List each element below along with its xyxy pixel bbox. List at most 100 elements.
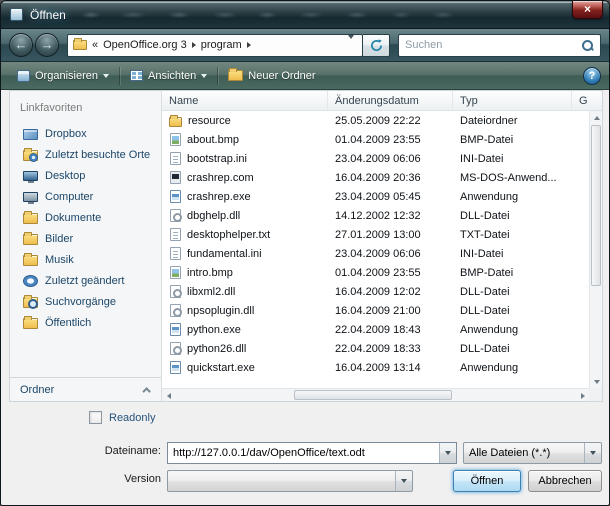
horizontal-scrollbar[interactable]: [162, 388, 589, 401]
forward-button[interactable]: →: [35, 33, 59, 57]
sidebar-item-searches[interactable]: Suchvorgänge: [10, 291, 161, 312]
help-icon: ?: [589, 70, 596, 82]
file-row[interactable]: quickstart.exe16.04.2009 13:14Anwendung: [162, 358, 589, 377]
file-name-cell: dbghelp.dll: [162, 209, 328, 222]
filename-combobox[interactable]: http://127.0.0.1/dav/OpenOffice/text.odt: [167, 442, 457, 464]
file-type: INI-Datei: [453, 248, 572, 260]
file-row[interactable]: fundamental.ini23.04.2009 06:06INI-Datei: [162, 244, 589, 263]
favorites-sidebar: Linkfavoriten DropboxZuletzt besuchte Or…: [10, 91, 162, 401]
filetype-combobox[interactable]: Alle Dateien (*.*): [463, 442, 602, 464]
scroll-right-button[interactable]: [576, 389, 589, 402]
file-type: Dateiordner: [453, 115, 572, 127]
exe-file-icon: [170, 323, 181, 336]
file-row[interactable]: crashrep.com16.04.2009 20:36MS-DOS-Anwen…: [162, 168, 589, 187]
scroll-up-button[interactable]: [590, 111, 603, 124]
sidebar-item-label: Zuletzt geändert: [45, 275, 125, 287]
file-date: 22.04.2009 18:43: [328, 324, 453, 336]
views-button[interactable]: Ansichten: [122, 65, 215, 87]
column-header-type[interactable]: Typ: [453, 91, 572, 110]
scroll-down-button[interactable]: [590, 375, 603, 388]
file-row[interactable]: bootstrap.ini23.04.2009 06:06INI-Datei: [162, 149, 589, 168]
dll-file-icon: [170, 342, 181, 355]
filetype-dropdown-button[interactable]: [584, 443, 601, 463]
version-dropdown-button[interactable]: [395, 471, 412, 491]
file-row[interactable]: about.bmp01.04.2009 23:55BMP-Datei: [162, 130, 589, 149]
window-icon: [10, 8, 23, 21]
sidebar-item-recently-changed[interactable]: Zuletzt geändert: [10, 270, 161, 291]
horizontal-scroll-thumb[interactable]: [294, 390, 452, 400]
dll-file-icon: [170, 304, 181, 317]
file-date: 01.04.2009 23:55: [328, 134, 453, 146]
sidebar-item-documents[interactable]: Dokumente: [10, 207, 161, 228]
filename-dropdown-button[interactable]: [439, 443, 456, 463]
cancel-button[interactable]: Abbrechen: [528, 470, 602, 492]
file-type: BMP-Datei: [453, 134, 572, 146]
file-row[interactable]: crashrep.exe23.04.2009 05:45Anwendung: [162, 187, 589, 206]
vertical-scroll-thumb[interactable]: [591, 125, 601, 286]
browser-area: Linkfavoriten DropboxZuletzt besuchte Or…: [9, 90, 603, 402]
file-row[interactable]: libxml2.dll16.04.2009 12:02DLL-Datei: [162, 282, 589, 301]
breadcrumb-history-dropdown[interactable]: [345, 39, 357, 51]
column-header-name[interactable]: Name: [162, 91, 328, 110]
back-button[interactable]: ←: [9, 33, 33, 57]
file-row[interactable]: python26.dll22.04.2009 18:33DLL-Datei: [162, 339, 589, 358]
chevron-down-icon: [201, 74, 207, 78]
file-name-cell: crashrep.exe: [162, 190, 328, 203]
readonly-checkbox[interactable]: [89, 411, 102, 424]
file-type: Anwendung: [453, 324, 572, 336]
breadcrumb-overflow-chevrons[interactable]: «: [92, 39, 98, 51]
version-combobox[interactable]: [167, 470, 413, 492]
sidebar-item-pictures[interactable]: Bilder: [10, 228, 161, 249]
sidebar-item-public[interactable]: Öffentlich: [10, 312, 161, 333]
file-type: Anwendung: [453, 191, 572, 203]
sidebar-item-recent-places[interactable]: Zuletzt besuchte Orte: [10, 144, 161, 165]
file-name: crashrep.com: [187, 172, 254, 184]
open-button[interactable]: Öffnen: [453, 470, 521, 492]
file-name: python.exe: [187, 324, 241, 336]
file-date: 25.05.2009 22:22: [328, 115, 453, 127]
breadcrumb[interactable]: « OpenOffice.org 3 program: [67, 34, 363, 57]
vertical-scrollbar[interactable]: [589, 111, 602, 388]
file-row[interactable]: python.exe 22.04.2009 18:43Anwendung: [162, 320, 589, 339]
breadcrumb-item-openoffice[interactable]: OpenOffice.org 3: [103, 39, 187, 51]
refresh-button[interactable]: [363, 34, 390, 57]
sidebar-item-label: Dropbox: [45, 128, 87, 140]
file-name: desktophelper.txt: [187, 229, 270, 241]
exe-file-icon: [170, 361, 181, 374]
file-date: 16.04.2009 20:36: [328, 172, 453, 184]
sidebar-item-label: Dokumente: [45, 212, 101, 224]
new-folder-icon: [228, 70, 243, 81]
close-button[interactable]: ×: [572, 1, 603, 19]
file-row[interactable]: desktophelper.txt27.01.2009 13:00TXT-Dat…: [162, 225, 589, 244]
forward-icon: →: [41, 37, 54, 52]
sidebar-item-music[interactable]: Musik: [10, 249, 161, 270]
readonly-label[interactable]: Readonly: [109, 412, 155, 424]
column-header-date[interactable]: Änderungsdatum: [328, 91, 453, 110]
sidebar-item-desktop[interactable]: Desktop: [10, 165, 161, 186]
sidebar-item-computer[interactable]: Computer: [10, 186, 161, 207]
scroll-right-icon: [581, 393, 585, 399]
file-row[interactable]: intro.bmp01.04.2009 23:55BMP-Datei: [162, 263, 589, 282]
sidebar-item-dropbox[interactable]: Dropbox: [10, 123, 161, 144]
filename-input[interactable]: http://127.0.0.1/dav/OpenOffice/text.odt: [168, 447, 439, 459]
column-header-size[interactable]: G: [572, 91, 602, 110]
folders-expander-bar[interactable]: Ordner: [10, 377, 161, 401]
sidebar-item-label: Suchvorgänge: [45, 296, 116, 308]
scroll-up-icon: [594, 116, 600, 120]
breadcrumb-item-program[interactable]: program: [201, 39, 242, 51]
file-type: TXT-Datei: [453, 229, 572, 241]
file-row[interactable]: npsoplugin.dll16.04.2009 21:00DLL-Datei: [162, 301, 589, 320]
file-name-cell: fundamental.ini: [162, 247, 328, 260]
dll-file-icon: [170, 209, 181, 222]
new-folder-button[interactable]: Neuer Ordner: [220, 65, 323, 87]
help-button[interactable]: ?: [583, 67, 601, 85]
version-label: Version: [1, 473, 161, 485]
search-icon[interactable]: [581, 39, 594, 52]
search-box[interactable]: Suchen: [398, 34, 601, 57]
chevron-down-icon: [445, 451, 451, 455]
file-row[interactable]: resource25.05.2009 22:22Dateiordner: [162, 111, 589, 130]
file-row[interactable]: dbghelp.dll14.12.2002 12:32DLL-Datei: [162, 206, 589, 225]
search-input[interactable]: Suchen: [405, 39, 581, 51]
scroll-left-button[interactable]: [162, 389, 175, 402]
organize-button[interactable]: Organisieren: [9, 65, 117, 87]
